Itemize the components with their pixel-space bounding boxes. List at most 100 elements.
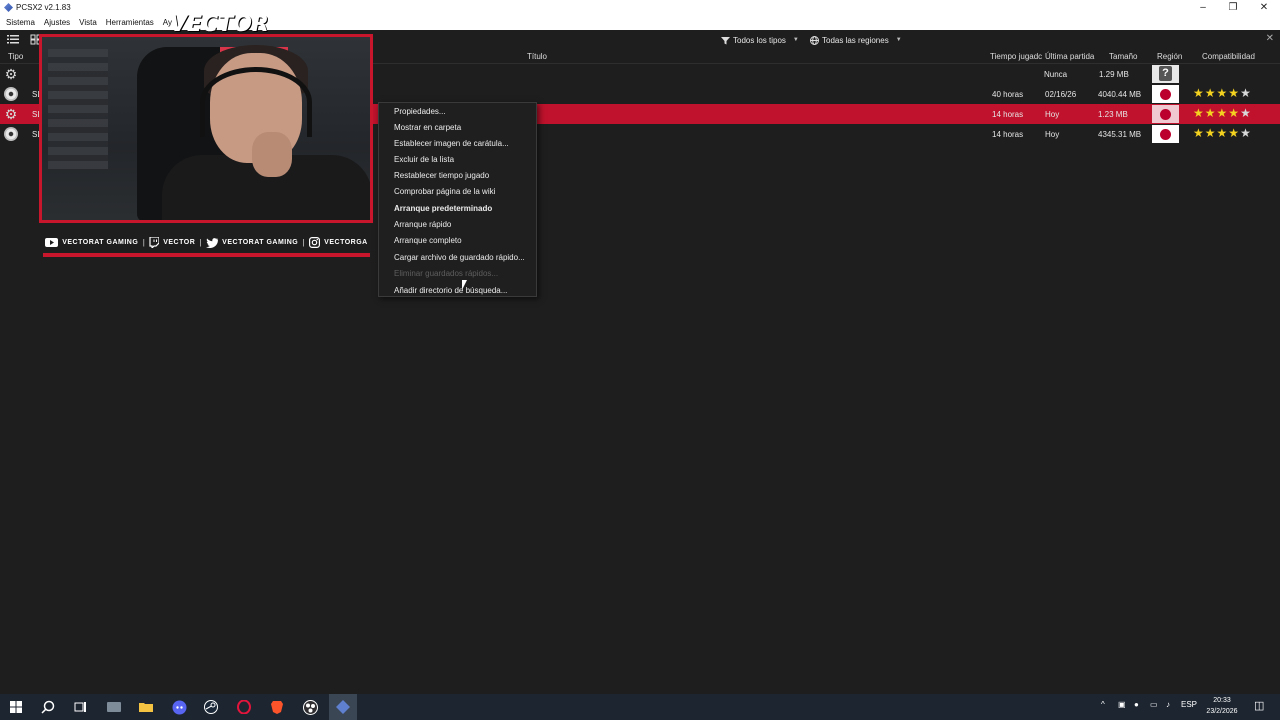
chevron-down-icon: ▼ bbox=[792, 37, 799, 43]
last-played-cell: Nunca bbox=[1044, 70, 1068, 79]
social-label: VECTOR bbox=[163, 239, 196, 246]
list-view-icon[interactable] bbox=[7, 34, 19, 45]
obs-icon[interactable] bbox=[302, 699, 318, 715]
social-label: VECTORGA bbox=[324, 239, 368, 246]
star-icon: ★ bbox=[1216, 126, 1228, 140]
chevron-down-icon: ▼ bbox=[895, 37, 902, 43]
menu-vista[interactable]: Vista bbox=[79, 18, 97, 27]
menu-item-properties[interactable]: Propiedades... bbox=[394, 107, 446, 116]
social-youtube: VECTORAT GAMING bbox=[45, 238, 138, 247]
column-title[interactable]: Título bbox=[527, 52, 547, 61]
compatibility-stars: ★ ★ ★ ★ ★ bbox=[1193, 87, 1251, 100]
star-icon: ★ bbox=[1240, 126, 1251, 140]
playtime-cell: 14 horas bbox=[992, 130, 1024, 139]
chevron-up-icon[interactable]: ^ bbox=[1101, 700, 1105, 709]
social-label: VECTORAT GAMING bbox=[62, 239, 139, 246]
menu-item-delete-savestates: Eliminar guardados rápidos... bbox=[394, 269, 499, 278]
region-unknown-icon: ? bbox=[1152, 65, 1179, 83]
menu-item-full-boot[interactable]: Arranque completo bbox=[394, 236, 462, 245]
social-banner: VECTORAT GAMING | VECTOR | VECTORAT GAMI… bbox=[43, 232, 370, 257]
star-icon: ★ bbox=[1204, 106, 1216, 120]
star-icon: ★ bbox=[1193, 126, 1204, 140]
star-icon: ★ bbox=[1216, 86, 1228, 100]
clock-date: 23/2/2026 bbox=[1206, 708, 1238, 715]
notifications-icon[interactable]: ◫ bbox=[1254, 699, 1264, 712]
twitch-icon bbox=[149, 237, 160, 248]
context-menu: Propiedades... Mostrar en carpeta Establ… bbox=[378, 102, 537, 297]
menu-item-load-savestate[interactable]: Cargar archivo de guardado rápido... bbox=[394, 253, 525, 262]
filter-icon bbox=[721, 36, 730, 44]
column-region[interactable]: Región bbox=[1157, 52, 1182, 61]
disc-icon bbox=[4, 87, 18, 101]
star-icon: ★ bbox=[1228, 86, 1240, 100]
menu-item-exclude[interactable]: Excluir de la lista bbox=[394, 155, 454, 164]
social-twitch: VECTOR bbox=[149, 237, 195, 248]
pcsx2-taskbar-icon[interactable] bbox=[335, 699, 351, 715]
discord-icon[interactable] bbox=[171, 699, 187, 715]
system-clock[interactable]: 20:33 23/2/2026 bbox=[1196, 695, 1248, 717]
last-played-cell: Hoy bbox=[1045, 110, 1060, 119]
close-icon[interactable]: ✕ bbox=[1266, 33, 1274, 44]
network-tray-icon[interactable]: ▣ bbox=[1118, 700, 1126, 709]
menu-item-check-wiki[interactable]: Comprobar página de la wiki bbox=[394, 187, 495, 196]
star-icon: ★ bbox=[1216, 106, 1228, 120]
menu-item-fast-boot[interactable]: Arranque rápido bbox=[394, 220, 451, 229]
monitor-icon[interactable]: ▭ bbox=[1150, 700, 1158, 709]
region-filter-dropdown[interactable]: Todas las regiones ▼ bbox=[810, 33, 902, 47]
region-filter-label: Todas las regiones bbox=[822, 35, 889, 45]
file-explorer-icon[interactable] bbox=[138, 699, 154, 715]
brave-icon[interactable] bbox=[269, 699, 285, 715]
youtube-icon bbox=[45, 238, 59, 247]
size-cell: 4040.44 MB bbox=[1098, 90, 1142, 99]
type-filter-label: Todos los tipos bbox=[733, 35, 786, 45]
steam-icon[interactable] bbox=[203, 699, 219, 715]
menu-ajustes[interactable]: Ajustes bbox=[44, 18, 70, 27]
size-cell: 4345.31 MB bbox=[1098, 130, 1142, 139]
column-size[interactable]: Tamaño bbox=[1109, 52, 1137, 61]
social-label: VECTORAT GAMING bbox=[222, 239, 299, 246]
size-cell: 1.23 MB bbox=[1098, 110, 1128, 119]
app-icon[interactable] bbox=[106, 699, 122, 715]
menu-item-set-cover[interactable]: Establecer imagen de carátula... bbox=[394, 139, 509, 148]
column-last-played[interactable]: Última partida bbox=[1045, 52, 1094, 61]
windows-start-icon[interactable] bbox=[8, 699, 24, 715]
instagram-icon bbox=[309, 237, 321, 248]
compatibility-stars: ★ ★ ★ ★ ★ bbox=[1193, 107, 1251, 120]
menu-herramientas[interactable]: Herramientas bbox=[106, 18, 154, 27]
close-button[interactable]: ✕ bbox=[1248, 0, 1280, 15]
column-playtime[interactable]: Tiempo jugadc bbox=[990, 52, 1042, 61]
type-filter-dropdown[interactable]: Todos los tipos ▼ bbox=[721, 33, 799, 47]
speaker-icon[interactable]: ♪ bbox=[1166, 700, 1170, 709]
star-icon: ★ bbox=[1228, 126, 1240, 140]
size-cell: 1.29 MB bbox=[1099, 70, 1129, 79]
menu-item-default-boot[interactable]: Arranque predeterminado bbox=[394, 204, 492, 213]
playtime-cell: 14 horas bbox=[992, 110, 1024, 119]
compatibility-stars: ★ ★ ★ ★ ★ bbox=[1193, 127, 1251, 140]
opera-gx-icon[interactable] bbox=[236, 699, 252, 715]
restore-button[interactable]: ❐ bbox=[1217, 0, 1249, 15]
search-icon[interactable] bbox=[40, 699, 56, 715]
star-icon: ★ bbox=[1193, 106, 1204, 120]
social-twitter: VECTORAT GAMING bbox=[206, 237, 299, 248]
menu-sistema[interactable]: Sistema bbox=[6, 18, 35, 27]
mouse-cursor-icon bbox=[462, 280, 467, 290]
gear-icon: ⚙ bbox=[4, 66, 18, 82]
playtime-cell: 40 horas bbox=[992, 90, 1024, 99]
disc-icon bbox=[4, 127, 18, 141]
streamer-logo: VECTOR bbox=[170, 12, 269, 37]
input-language[interactable]: ESP bbox=[1181, 700, 1197, 709]
menu-item-reset-playtime[interactable]: Restablecer tiempo jugado bbox=[394, 171, 489, 180]
star-icon: ★ bbox=[1204, 126, 1216, 140]
menu-item-add-search-dir[interactable]: Añadir directorio de búsqueda... bbox=[394, 286, 507, 295]
star-icon: ★ bbox=[1240, 86, 1251, 100]
menu-item-open-folder[interactable]: Mostrar en carpeta bbox=[394, 123, 461, 132]
minimize-button[interactable]: – bbox=[1187, 0, 1219, 15]
globe-icon bbox=[810, 35, 819, 45]
microphone-icon[interactable]: ● bbox=[1134, 700, 1139, 709]
task-view-icon[interactable] bbox=[72, 699, 88, 715]
japan-flag-icon bbox=[1152, 125, 1179, 143]
last-played-cell: Hoy bbox=[1045, 130, 1060, 139]
column-type[interactable]: Tipo bbox=[8, 52, 23, 61]
star-icon: ★ bbox=[1193, 86, 1204, 100]
column-compatibility[interactable]: Compatibilidad bbox=[1202, 52, 1255, 61]
